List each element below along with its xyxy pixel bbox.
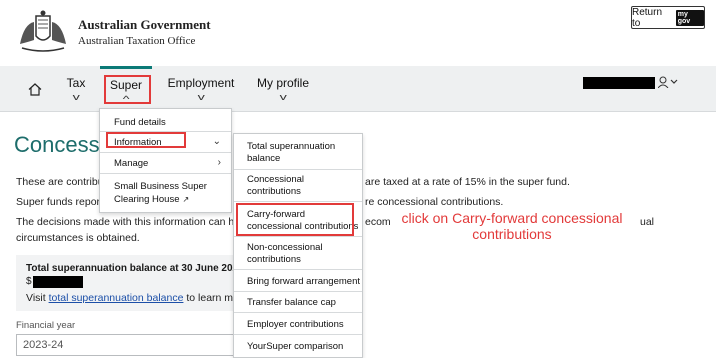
visit-prefix: Visit: [26, 292, 46, 304]
submenu-divider: [234, 236, 362, 237]
visit-text: Visit total superannuation balance to le…: [26, 292, 239, 304]
submenu-line: balance: [247, 153, 281, 164]
gov-title: Australian Government: [78, 17, 211, 32]
instruction-annotation: click on Carry-forward concessional cont…: [386, 210, 638, 242]
highlight-information-box: [106, 132, 186, 148]
agency-title: Australian Taxation Office: [78, 35, 196, 47]
highlight-super-box: [104, 75, 151, 104]
intro-text-3: The decisions made with this information…: [16, 216, 235, 228]
ato-logo[interactable]: Australian Government Australian Taxatio…: [14, 10, 211, 54]
user-menu[interactable]: [657, 76, 680, 90]
coat-of-arms-icon: [20, 10, 66, 52]
nav-tax[interactable]: Tax v: [64, 66, 88, 112]
menu-clearing-house[interactable]: Clearing House ↗: [114, 194, 189, 205]
chevron-down-icon: ⌄: [212, 136, 221, 147]
intro-text-4: circumstances is obtained.: [16, 232, 140, 244]
total-super-balance-link[interactable]: total superannuation balance: [49, 292, 184, 304]
redacted-balance: [33, 276, 83, 288]
submenu-transfer-balance-cap[interactable]: Transfer balance cap: [247, 297, 336, 309]
intro-text-2: Super funds repor: [16, 196, 101, 208]
intro-text-1b: are taxed at a rate of 15% in the super …: [365, 176, 570, 188]
submenu-non-concessional[interactable]: Non-concessional contributions: [247, 242, 323, 266]
nav-employment[interactable]: Employment v: [167, 66, 235, 112]
chevron-down-icon: v: [279, 92, 287, 102]
financial-year-select[interactable]: 2023-24: [16, 334, 248, 356]
nav-profile-label: My profile: [256, 76, 309, 90]
intro-text-2b: re concessional contributions.: [365, 196, 504, 208]
submenu-bring-forward[interactable]: Bring forward arrangement: [247, 276, 360, 288]
information-submenu: Total superannuation balance Concessiona…: [233, 133, 363, 358]
menu-sbsch-line1[interactable]: Small Business Super: [114, 181, 207, 192]
annotation-line1: click on Carry-forward concessional: [401, 210, 623, 226]
submenu-divider: [234, 269, 362, 270]
nav-my-profile[interactable]: My profile v: [256, 66, 310, 112]
menu-fund-details[interactable]: Fund details: [114, 117, 166, 128]
mygov-badge: my gov: [675, 9, 704, 26]
menu-sbsch-line2: Clearing House: [114, 194, 180, 205]
site-header: Australian Government Australian Taxatio…: [0, 0, 716, 66]
submenu-divider: [234, 169, 362, 170]
submenu-divider: [234, 201, 362, 202]
intro-text-3c: ual: [640, 216, 655, 228]
dollar-sign: $: [26, 276, 32, 287]
submenu-employer-contributions[interactable]: Employer contributions: [247, 319, 344, 331]
chevron-right-icon: ›: [217, 157, 221, 168]
external-link-icon: ↗: [182, 195, 190, 204]
submenu-line: Non-concessional: [247, 242, 323, 253]
menu-divider: [100, 152, 231, 153]
financial-year-label: Financial year: [16, 320, 76, 331]
annotation-line2: contributions: [472, 226, 552, 242]
intro-text-1: These are contribu: [16, 176, 104, 188]
submenu-divider: [234, 334, 362, 335]
return-label: Return to: [632, 6, 663, 29]
submenu-total-super-balance[interactable]: Total superannuation balance: [247, 141, 335, 165]
submenu-concessional[interactable]: Concessional contributions: [247, 174, 304, 198]
page-title: Concessi: [14, 132, 105, 157]
submenu-divider: [234, 291, 362, 292]
menu-manage[interactable]: Manage: [114, 158, 148, 169]
nav-employment-label: Employment: [167, 76, 235, 90]
submenu-line: contributions: [247, 254, 301, 265]
home-icon: [28, 82, 42, 96]
submenu-line: contributions: [247, 186, 301, 197]
return-to-mygov-button[interactable]: Return to my gov: [631, 6, 705, 29]
highlight-carry-forward-box: [236, 203, 354, 236]
menu-divider: [100, 173, 231, 174]
submenu-line: Concessional: [247, 174, 305, 185]
nav-home[interactable]: [26, 66, 44, 112]
submenu-line: Total superannuation: [247, 141, 336, 152]
balance-title: Total superannuation balance at 30 June …: [26, 263, 244, 274]
user-icon: [657, 76, 678, 89]
submenu-yoursuper-comparison[interactable]: YourSuper comparison: [247, 341, 343, 353]
nav-tax-label: Tax: [66, 76, 86, 90]
visit-suffix: to learn mo: [186, 292, 239, 304]
chevron-down-icon: v: [197, 92, 205, 102]
redacted-username: [583, 77, 655, 89]
chevron-down-icon: v: [72, 92, 80, 102]
super-dropdown-menu: Fund details Information ⌄ Manage › Smal…: [99, 108, 232, 213]
submenu-divider: [234, 312, 362, 313]
